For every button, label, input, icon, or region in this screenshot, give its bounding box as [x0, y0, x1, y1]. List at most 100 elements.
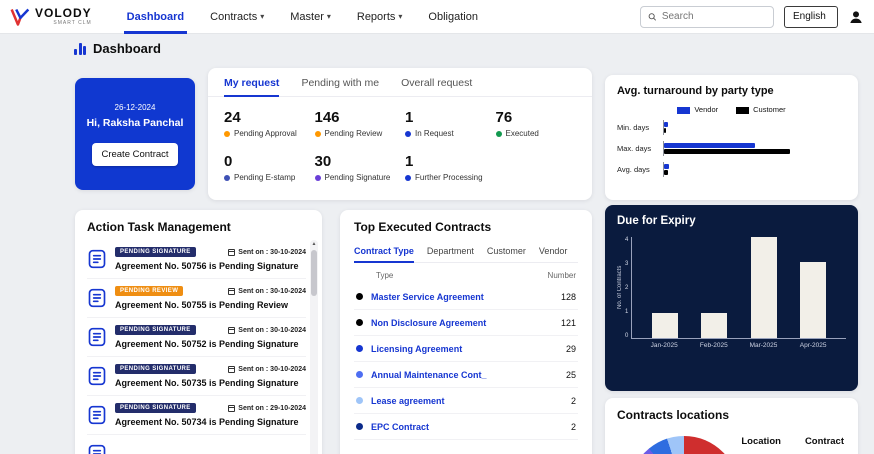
top-executed-title: Top Executed Contracts: [354, 220, 492, 234]
locations-title: Contracts locations: [617, 408, 730, 422]
task-list-item[interactable]: PENDING REVIEW Sent on : 30-10-2024 Agree…: [87, 279, 306, 318]
status-badge: PENDING SIGNATURE: [115, 403, 196, 413]
table-row: Annual Maintenance Cont_ 25: [354, 362, 578, 388]
search-input[interactable]: [661, 11, 766, 22]
tab-vendor[interactable]: Vendor: [539, 242, 568, 262]
category-label: Max. days: [617, 144, 652, 153]
turnaround-row-min: Min. days: [617, 120, 846, 135]
contract-count: 25: [565, 369, 576, 380]
expiry-bar-mar: [750, 237, 777, 338]
stat-label: Pending Review: [324, 129, 383, 138]
task-list-scrollbar[interactable]: ▲: [310, 240, 318, 454]
tab-overall-request[interactable]: Overall request: [401, 68, 472, 96]
x-tick: Feb-2025: [699, 342, 728, 349]
task-text: Agreement No. 50735 is Pending Signature: [115, 378, 299, 388]
nav-dashboard[interactable]: Dashboard: [114, 0, 197, 34]
main-nav: Dashboard Contracts ▾ Master ▾ Reports ▾ Ob…: [114, 0, 491, 34]
top-executed-tabs: Contract Type Department Customer Vendor: [354, 242, 578, 263]
scroll-up-icon[interactable]: ▲: [312, 240, 317, 248]
customer-bar: [664, 128, 666, 133]
nav-master-label: Master: [290, 10, 324, 23]
due-for-expiry-card: Due for Expiry No. of Contracts 4 3 2 1 …: [605, 205, 858, 391]
column-contract: Contract: [804, 436, 844, 447]
contract-type-link[interactable]: Non Disclosure Agreement: [371, 318, 486, 328]
task-list-item-partial[interactable]: [87, 435, 306, 454]
tasks-title: Action Task Management: [87, 220, 231, 234]
stat-further-processing: 1 Further Processing: [405, 153, 486, 182]
expiry-bar-jan: [652, 312, 679, 338]
page-title: Dashboard: [93, 41, 161, 56]
calendar-icon: [228, 326, 236, 334]
create-contract-button[interactable]: Create Contract: [92, 142, 178, 166]
contract-type-link[interactable]: Lease agreement: [371, 396, 445, 406]
column-location: Location: [741, 436, 781, 447]
contract-type-link[interactable]: Licensing Agreement: [371, 344, 462, 354]
x-tick: Apr-2025: [799, 342, 827, 349]
contract-count: 29: [565, 343, 576, 354]
volody-logo-icon: [10, 8, 30, 26]
brand-text: VOLODY SMART CLM: [35, 7, 92, 26]
search-box[interactable]: [640, 5, 774, 28]
status-dot: [314, 130, 321, 137]
task-list-item[interactable]: PENDING SIGNATURE Sent on : 30-10-2024 Ag…: [87, 318, 306, 357]
stat-label: In Request: [415, 129, 454, 138]
table-header: Type Number: [354, 263, 578, 284]
tab-department[interactable]: Department: [427, 242, 474, 262]
sent-date-text: Sent on : 30-10-2024: [238, 365, 306, 373]
contracts-locations-card: Contracts locations Location Contract: [605, 398, 858, 454]
nav-dashboard-label: Dashboard: [126, 10, 185, 23]
task-list-item[interactable]: PENDING SIGNATURE Sent on : 30-10-2024 Ag…: [87, 357, 306, 396]
series-dot: [356, 371, 363, 378]
stat-value: 76: [495, 109, 513, 126]
table-row: Non Disclosure Agreement 121: [354, 310, 578, 336]
calendar-icon: [228, 404, 236, 412]
y-tick: 1: [625, 309, 629, 315]
tab-pending-with-me[interactable]: Pending with me: [301, 68, 379, 96]
tab-contract-type[interactable]: Contract Type: [354, 242, 414, 263]
series-dot: [356, 423, 363, 430]
tab-customer[interactable]: Customer: [487, 242, 526, 262]
calendar-icon: [228, 287, 236, 295]
nav-obligation[interactable]: Obligation: [415, 0, 491, 34]
tab-my-request[interactable]: My request: [224, 68, 280, 97]
document-icon: [88, 405, 106, 425]
table-row: Lease agreement 2: [354, 388, 578, 414]
stat-pending-review: 146 Pending Review: [314, 109, 396, 138]
nav-reports-label: Reports: [356, 10, 396, 23]
stat-value: 30: [314, 153, 332, 170]
chevron-down-icon: ▾: [260, 12, 265, 21]
language-selector[interactable]: English: [784, 5, 838, 28]
contract-count: 121: [560, 317, 576, 328]
contract-type-link[interactable]: Annual Maintenance Cont_: [371, 370, 487, 380]
stat-value: 146: [314, 109, 340, 126]
volody-dashboard: VOLODY SMART CLM Dashboard Contracts ▾ Ma…: [0, 0, 874, 454]
brand-logo[interactable]: VOLODY SMART CLM: [10, 7, 92, 27]
x-tick: Jan-2025: [650, 342, 678, 349]
y-tick: 2: [625, 285, 629, 291]
status-dot: [314, 174, 321, 181]
task-list-item[interactable]: PENDING SIGNATURE Sent on : 29-10-2024 Ag…: [87, 396, 306, 435]
scrollbar-thumb[interactable]: [311, 250, 317, 296]
task-list-item[interactable]: PENDING SIGNATURE Sent on : 30-10-2024 Ag…: [87, 240, 306, 279]
nav-master[interactable]: Master ▾: [277, 0, 344, 34]
customer-bar: [664, 170, 668, 175]
contract-type-link[interactable]: Master Service Agreement: [371, 292, 484, 302]
y-tick: 0: [625, 333, 629, 339]
nav-reports[interactable]: Reports ▾: [344, 0, 416, 34]
user-avatar-icon[interactable]: [848, 9, 864, 25]
status-badge: PENDING SIGNATURE: [115, 325, 196, 335]
nav-contracts[interactable]: Contracts ▾: [197, 0, 277, 34]
stat-value: 1: [405, 153, 414, 170]
sent-date: Sent on : 29-10-2024: [228, 404, 306, 412]
table-row: Master Service Agreement 128: [354, 284, 578, 310]
stat-in-request: 1 In Request: [405, 109, 486, 138]
task-text: Agreement No. 50752 is Pending Signature: [115, 339, 299, 349]
nav-obligation-label: Obligation: [428, 10, 478, 23]
contract-type-link[interactable]: EPC Contract: [371, 422, 429, 432]
table-row: Licensing Agreement 29: [354, 336, 578, 362]
status-dot: [405, 130, 411, 137]
status-dot: [405, 174, 411, 181]
sent-date-text: Sent on : 30-10-2024: [238, 248, 306, 256]
vendor-bar: [664, 143, 755, 148]
y-tick: 4: [625, 237, 629, 243]
